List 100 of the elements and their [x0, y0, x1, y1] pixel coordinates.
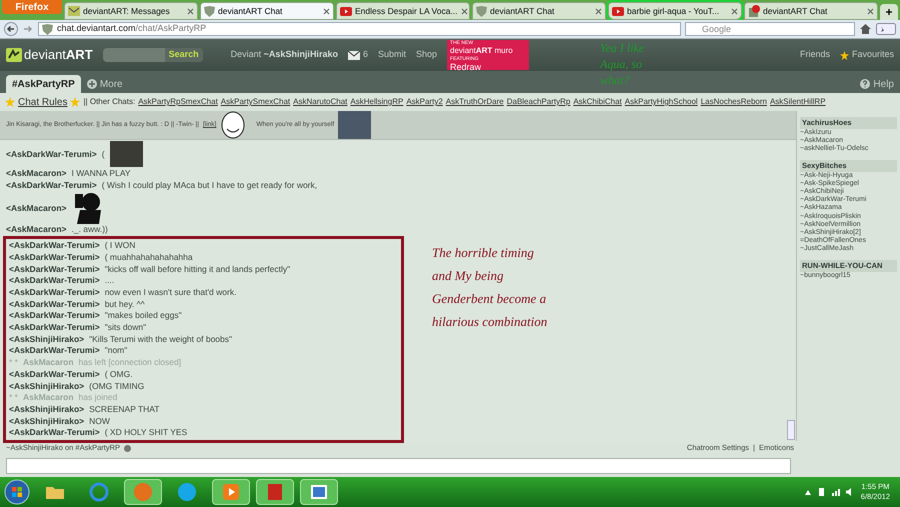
browser-tab[interactable]: deviantART Chat: [200, 2, 334, 20]
other-chat-link[interactable]: AskSilentHillRP: [770, 96, 826, 108]
note-line: and My being: [432, 267, 504, 285]
system-prefix: * *: [9, 392, 18, 404]
chat-message: ( OMG.: [104, 368, 133, 381]
chat-username: <AskDarkWar-Terumi>: [9, 368, 100, 381]
chat-username: <AskDarkWar-Terumi>: [9, 298, 100, 310]
chat-username: <AskDarkWar-Terumi>: [9, 275, 100, 287]
note-line: hilarious combination: [432, 313, 548, 331]
close-icon[interactable]: [323, 8, 330, 14]
alert-badge-icon: [748, 5, 760, 17]
chat-username: <AskMacaron>: [6, 224, 66, 236]
envelope-icon: [68, 6, 80, 16]
mail-icon[interactable]: [348, 50, 360, 60]
close-icon[interactable]: [731, 8, 738, 14]
tab-title: barbie girl-aqua - YouT...: [627, 4, 720, 18]
back-icon[interactable]: [4, 22, 18, 36]
taskbar-button[interactable]: [256, 479, 294, 505]
ad-feature: Redraw: [450, 63, 482, 71]
web-search-field[interactable]: Google: [685, 22, 855, 36]
other-chat-link[interactable]: AskPartySmexChat: [220, 96, 290, 108]
plus-icon[interactable]: [86, 79, 97, 89]
friends-link[interactable]: Friends: [800, 48, 830, 62]
other-chat-link[interactable]: LasNochesReborn: [700, 96, 767, 108]
note-line: what?: [600, 72, 630, 88]
chat-message: now even I wasn't sure that'd work.: [104, 286, 236, 299]
close-icon[interactable]: [595, 8, 602, 14]
chat-message: but hey. ^^: [104, 298, 145, 310]
other-chat-link[interactable]: AskChibiChat: [573, 96, 622, 108]
chat-message: (OMG TIMING: [89, 380, 144, 392]
logo-icon[interactable]: [6, 48, 22, 62]
tab-title: deviantART Chat: [218, 4, 284, 18]
shop-link[interactable]: Shop: [416, 48, 438, 62]
new-tab-button[interactable]: +: [880, 4, 898, 20]
browser-tab[interactable]: Endless Despair LA Voca...: [336, 2, 470, 20]
other-chat-link[interactable]: AskPartyRpSmexChat: [138, 96, 218, 108]
other-chat-link[interactable]: DaBleachPartyRp: [506, 96, 570, 108]
chat-message: ....: [104, 275, 114, 287]
chat-username: <AskDarkWar-Terumi>: [9, 264, 100, 276]
chat-username: <AskShinjiHirako>: [9, 334, 84, 346]
logo-wordmark[interactable]: deviantART: [24, 45, 93, 65]
tab-title: deviantART Chat: [490, 4, 556, 18]
chat-message: ( Wish I could play MAca but I have to get ready for work,: [102, 180, 318, 192]
browser-tab[interactable]: barbie girl-aqua - YouT...: [608, 2, 742, 20]
play-icon[interactable]: [221, 482, 241, 502]
browser-tab[interactable]: deviantART Chat: [472, 2, 606, 20]
chat-message: ._. aww.)): [71, 224, 108, 236]
chat-username: <AskDarkWar-Terumi>: [6, 148, 97, 160]
more-tabs-button[interactable]: More: [100, 76, 123, 92]
taskbar-button[interactable]: [300, 479, 338, 505]
url-field[interactable]: chat.deviantart.com/chat/AskPartyRP: [38, 22, 681, 36]
chat-tab[interactable]: #AskPartyRP: [6, 75, 81, 93]
browser-tab[interactable]: deviantART: Messages: [64, 2, 198, 20]
close-icon[interactable]: [460, 8, 468, 14]
other-chat-link[interactable]: AskTruthOrDare: [446, 96, 504, 108]
close-icon[interactable]: [867, 8, 874, 14]
favourites-link[interactable]: Favourites: [852, 48, 894, 62]
chat-message: ( muahhahahahahahha: [104, 252, 193, 264]
site-search-field[interactable]: Search: [102, 48, 203, 62]
system-message: has left [connection closed]: [78, 357, 182, 369]
browser-tab[interactable]: deviantART Chat: [744, 2, 878, 20]
chat-message: I WANNA PLAY: [71, 168, 131, 180]
other-chat-link[interactable]: AskPartyHighSchool: [624, 96, 698, 108]
taskbar-button[interactable]: [124, 479, 162, 505]
scrollbar[interactable]: [787, 420, 795, 440]
chat-username: <AskShinjiHirako>: [9, 380, 84, 392]
chat-message: ( XD HOLY SHIT YES: [104, 427, 188, 440]
chat-username: <AskDarkWar-Terumi>: [9, 310, 100, 322]
ad-brand: deviantART muro: [450, 47, 513, 55]
help-link[interactable]: Help: [873, 76, 894, 92]
chat-message: "makes boiled eggs": [104, 310, 182, 322]
start-button-icon[interactable]: [4, 479, 30, 505]
url-host: chat.deviantart.com: [57, 22, 136, 36]
picture-icon[interactable]: [309, 482, 329, 502]
help-icon[interactable]: [860, 79, 870, 89]
taskbar-button[interactable]: [212, 479, 250, 505]
chat-message: (: [102, 148, 105, 160]
tab-title: deviantART: Messages: [83, 4, 171, 18]
cartoon-face-drawing: [220, 111, 246, 139]
other-chat-link[interactable]: AskHellsingRP: [350, 96, 404, 108]
play-icon: [340, 6, 352, 16]
chat-username: AskMacaron: [22, 357, 74, 369]
home-icon[interactable]: [859, 23, 872, 35]
close-icon[interactable]: [187, 8, 194, 14]
other-chat-link[interactable]: AskParty2: [406, 96, 443, 108]
forward-icon[interactable]: [22, 23, 34, 35]
chat-input-field[interactable]: [6, 458, 791, 474]
options-icon[interactable]: [124, 444, 132, 452]
other-chat-link[interactable]: AskNarutoChat: [293, 96, 348, 108]
chat-message: ( I WON: [104, 240, 136, 252]
message-count[interactable]: 6: [362, 48, 368, 62]
tab-title: Endless Despair LA Voca...: [355, 4, 458, 18]
search-button[interactable]: Search: [164, 48, 203, 62]
chat-username: <AskShinjiHirako>: [9, 404, 84, 416]
other-chats-label: || Other Chats:: [83, 96, 136, 108]
submit-link[interactable]: Submit: [378, 48, 406, 62]
chat-rules-link[interactable]: Chat Rules: [18, 94, 68, 110]
chat-username: <AskDarkWar-Terumi>: [6, 180, 97, 192]
chat-username: <AskMacaron>: [6, 202, 66, 214]
note-line: Aqua, so: [600, 56, 643, 72]
